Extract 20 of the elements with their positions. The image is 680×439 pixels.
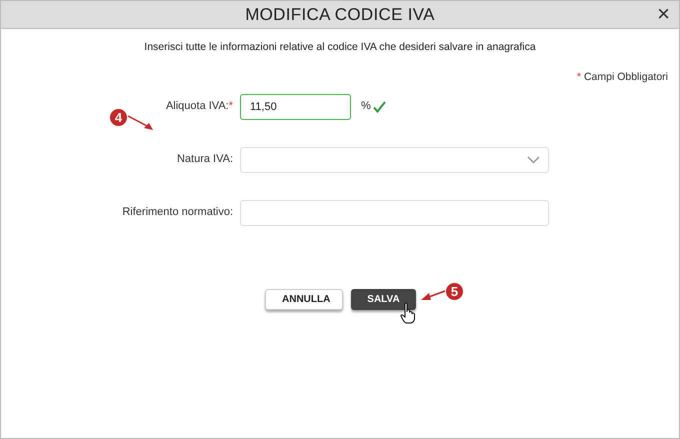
save-button[interactable]: SALVA	[351, 288, 416, 310]
required-asterisk: *	[228, 100, 233, 112]
hand-cursor-icon	[400, 302, 416, 324]
field-label: Natura IVA:	[176, 153, 233, 166]
field-label: Riferimento normativo:	[122, 206, 233, 218]
chevron-down-icon	[527, 156, 540, 164]
window-title: MODIFICA CODICE IVA	[245, 4, 435, 26]
input-field[interactable]: 11,50	[240, 94, 351, 120]
input-field[interactable]	[240, 200, 549, 226]
arrow-icon	[420, 288, 446, 302]
field-label: Aliquota IVA:	[166, 100, 229, 112]
close-button[interactable]: ×	[657, 3, 670, 25]
step-badge: 4	[110, 109, 127, 126]
arrow-icon	[127, 114, 155, 132]
required-note: * Campi Obbligatori	[576, 70, 668, 85]
intro-text: Inserisci tutte le informazioni relative al codice IVA che desideri salvare in anagrafica	[144, 40, 536, 55]
step-badge: 5	[446, 283, 463, 300]
cancel-button[interactable]: ANNULLA	[265, 288, 343, 310]
select-field[interactable]	[240, 146, 549, 172]
unit-label: %	[361, 99, 371, 114]
